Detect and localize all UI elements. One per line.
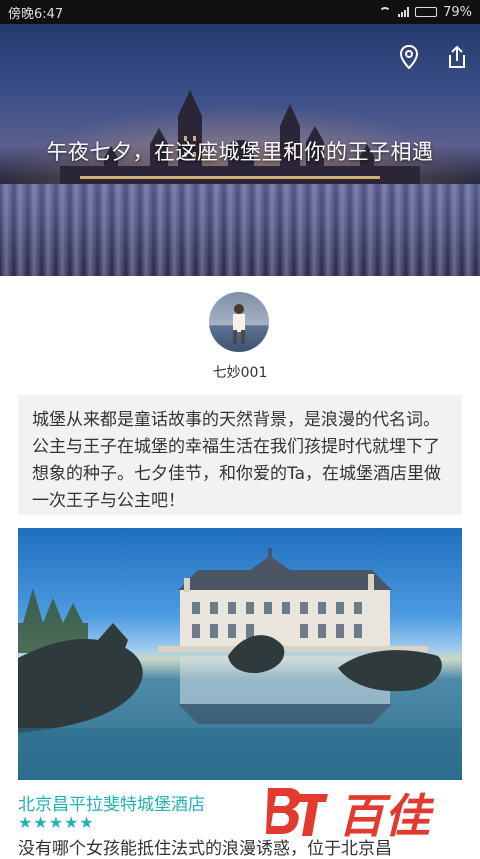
author-name[interactable]: 七妙001 [0,362,480,382]
signal-icon [398,7,410,17]
intro-text: 城堡从来都是童话故事的天然背景，是浪漫的代名词。公主与王子在城堡的幸福生活在我们… [18,395,462,515]
status-time: 傍晚6:47 [8,6,64,22]
status-icons: 79% [378,5,472,20]
star-rating: ★★★★★ [18,813,95,832]
author-avatar[interactable] [209,292,269,352]
hero-title: 午夜七夕，在这座城堡里和你的王子相遇 [46,140,434,164]
hotel-photo[interactable] [18,528,462,780]
hotel-name[interactable]: 北京昌平拉斐特城堡酒店 [18,790,205,815]
hero-banner: 午夜七夕，在这座城堡里和你的王子相遇 [0,24,480,276]
status-bar: 傍晚6:47 79% [0,0,480,24]
svg-text:百佳: 百佳 [338,789,435,842]
wifi-icon [378,7,392,17]
battery-percent: 79% [443,4,472,20]
share-icon[interactable] [444,44,470,70]
location-pin-icon[interactable] [396,44,422,70]
baijia-logo: 百佳 [262,780,462,843]
battery-icon [415,7,438,17]
